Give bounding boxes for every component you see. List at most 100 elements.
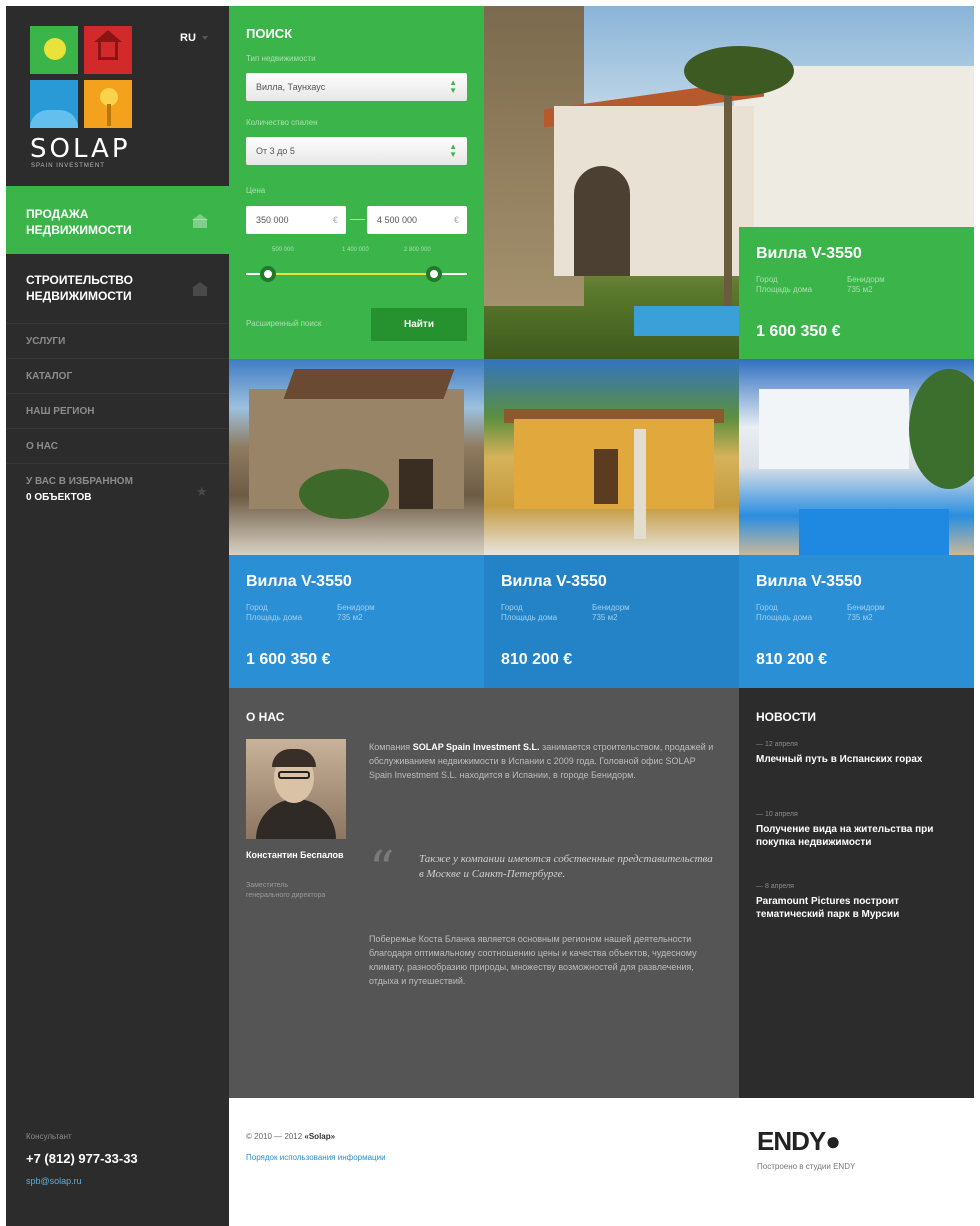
news-date: — 10 апреля xyxy=(756,811,798,818)
property-name: Вилла V-3550 xyxy=(246,573,352,590)
advanced-search-link[interactable]: Расширенный поиск xyxy=(246,319,321,328)
news-title: НОВОСТИ xyxy=(756,710,817,724)
news-item[interactable]: — 10 апреля Получение вида на жительства… xyxy=(756,811,961,849)
price-slider-max-handle[interactable] xyxy=(425,266,442,282)
house-icon xyxy=(98,40,118,60)
wave-icon xyxy=(30,110,78,128)
studio-logo-text: ENDY xyxy=(757,1126,826,1156)
logo-dot-icon: ● xyxy=(825,1126,841,1156)
about-paragraph: Компания SOLAP Spain Investment S.L. зан… xyxy=(369,740,719,782)
currency-symbol: € xyxy=(332,215,338,225)
property-type-value: Вилла, Таунхаус xyxy=(256,82,326,92)
property-meta-values: Бенидорм 735 м2 xyxy=(337,603,375,623)
search-button[interactable]: Найти xyxy=(371,308,467,341)
sun-icon xyxy=(44,38,66,60)
chevron-down-icon[interactable] xyxy=(202,36,208,40)
property-meta-values: Бенидорм 735 м2 xyxy=(847,275,885,295)
property-photo[interactable] xyxy=(484,359,739,555)
star-icon: ★ xyxy=(196,484,208,499)
nav-item-services[interactable]: УСЛУГИ xyxy=(6,324,229,359)
currency-symbol: € xyxy=(453,215,459,225)
property-photo[interactable] xyxy=(739,359,974,555)
home-body-shape xyxy=(193,287,207,296)
slider-tick: 2 800 000 xyxy=(404,247,431,253)
property-price: 1 600 350 € xyxy=(246,651,331,668)
property-meta-labels: Город Площадь дома xyxy=(756,275,812,295)
city-label: Город xyxy=(501,603,523,612)
sidebar: SOLAP SPAIN INVESTMENT RU ПРОДАЖА НЕДВИЖ… xyxy=(6,6,229,1098)
portrait-glasses xyxy=(278,771,310,779)
property-meta-labels: Город Площадь дома xyxy=(246,603,302,623)
person-photo xyxy=(246,739,346,839)
nav-item-catalog[interactable]: КАТАЛОГ xyxy=(6,359,229,394)
property-price: 810 200 € xyxy=(501,651,573,668)
price-to-value: 4 500 000 xyxy=(377,215,418,225)
logo-tile-palm xyxy=(84,80,132,128)
price-slider-min-handle[interactable] xyxy=(260,266,277,282)
home-body-shape xyxy=(193,219,207,228)
phone-number[interactable]: +7 (812) 977-33-33 xyxy=(26,1151,138,1166)
logo-mark xyxy=(30,26,132,128)
slider-tick: 500 000 xyxy=(272,247,294,253)
area-value: 735 м2 xyxy=(337,613,363,622)
rooms-select[interactable]: От 3 до 5 ▲ ▼ xyxy=(246,137,467,165)
language-switcher[interactable]: RU xyxy=(180,32,196,44)
news-headline[interactable]: Paramount Pictures построит тематический… xyxy=(756,895,961,921)
logo-tile-sun xyxy=(30,26,78,74)
property-name: Вилла V-3550 xyxy=(756,573,862,590)
city-label: Город xyxy=(756,275,778,284)
price-label: Цена xyxy=(246,186,266,195)
photo-house xyxy=(759,389,909,469)
person-role: Заместитель генерального директора xyxy=(246,882,326,899)
studio-logo[interactable]: ENDY● xyxy=(757,1126,841,1157)
about-section: О НАС Константин Беспалов Заместитель ге… xyxy=(229,688,739,1098)
about-quote: Также у компании имеются собственные пре… xyxy=(419,853,713,880)
nav-item-construction[interactable]: СТРОИТЕЛЬСТВО НЕДВИЖИМОСТИ xyxy=(6,254,229,324)
news-headline[interactable]: Получение вида на жительства при покупка… xyxy=(756,823,961,849)
price-to-input[interactable]: 4 500 000 € xyxy=(367,206,467,234)
property-price: 810 200 € xyxy=(756,651,828,668)
logo-text: SOLAP xyxy=(30,134,131,164)
nav-item-about[interactable]: О НАС xyxy=(6,429,229,464)
price-from-input[interactable]: 350 000 € xyxy=(246,206,346,234)
palm-trunk-shape xyxy=(107,104,111,126)
nav-item-region[interactable]: НАШ РЕГИОН xyxy=(6,394,229,429)
featured-property-card[interactable]: Вилла V-3550 Город Площадь дома Бенидорм… xyxy=(739,227,974,360)
news-section: НОВОСТИ — 12 апреля Млечный путь в Испан… xyxy=(739,688,974,1098)
property-price: 1 600 350 € xyxy=(756,323,841,340)
updown-arrow-icon: ▲ ▼ xyxy=(449,142,457,159)
area-value: 735 м2 xyxy=(847,613,873,622)
photo-pool xyxy=(799,509,949,555)
nav-item-sale[interactable]: ПРОДАЖА НЕДВИЖИМОСТИ xyxy=(6,186,229,254)
property-card[interactable]: Вилла V-3550 Город Площадь дома Бенидорм… xyxy=(739,555,974,688)
property-meta-labels: Город Площадь дома xyxy=(756,603,812,623)
area-label: Площадь дома xyxy=(756,285,813,294)
property-type-select[interactable]: Вилла, Таунхаус ▲ ▼ xyxy=(246,73,467,101)
logo-tile-sea xyxy=(30,80,78,128)
home-icon xyxy=(192,282,208,296)
policy-link[interactable]: Порядок использования информации xyxy=(246,1153,386,1162)
nav-item-favorites[interactable]: У ВАС В ИЗБРАННОМ 0 ОБЪЕКТОВ ★ xyxy=(6,464,229,524)
area-label: Площадь дома xyxy=(246,613,303,622)
news-item[interactable]: — 8 апреля Paramount Pictures построит т… xyxy=(756,883,961,921)
property-photo[interactable] xyxy=(229,359,484,555)
favorites-label: У ВАС В ИЗБРАННОМ xyxy=(26,476,133,487)
news-headline[interactable]: Млечный путь в Испанских горах xyxy=(756,753,961,766)
area-label: Площадь дома xyxy=(501,613,558,622)
city-label: Город xyxy=(756,603,778,612)
quote-icon: “ xyxy=(369,840,395,898)
area-value: 735 м2 xyxy=(592,613,618,622)
news-item[interactable]: — 12 апреля Млечный путь в Испанских гор… xyxy=(756,741,961,766)
footer: © 2010 — 2012 «Solap» Порядок использова… xyxy=(229,1098,974,1226)
city-value: Бенидорм xyxy=(847,603,885,612)
photo-bush xyxy=(299,469,389,519)
type-label: Тип недвижимости xyxy=(246,54,316,63)
city-value: Бенидорм xyxy=(337,603,375,612)
copyright: © 2010 — 2012 «Solap» xyxy=(246,1132,335,1141)
nav-item-label: ПРОДАЖА НЕДВИЖИМОСТИ xyxy=(26,207,132,237)
search-panel: ПОИСК Тип недвижимости Вилла, Таунхаус ▲… xyxy=(229,6,484,359)
property-card[interactable]: Вилла V-3550 Город Площадь дома Бенидорм… xyxy=(229,555,484,688)
photo-arch xyxy=(574,166,630,276)
email-link[interactable]: spb@solap.ru xyxy=(26,1176,82,1186)
property-card[interactable]: Вилла V-3550 Город Площадь дома Бенидорм… xyxy=(484,555,739,688)
